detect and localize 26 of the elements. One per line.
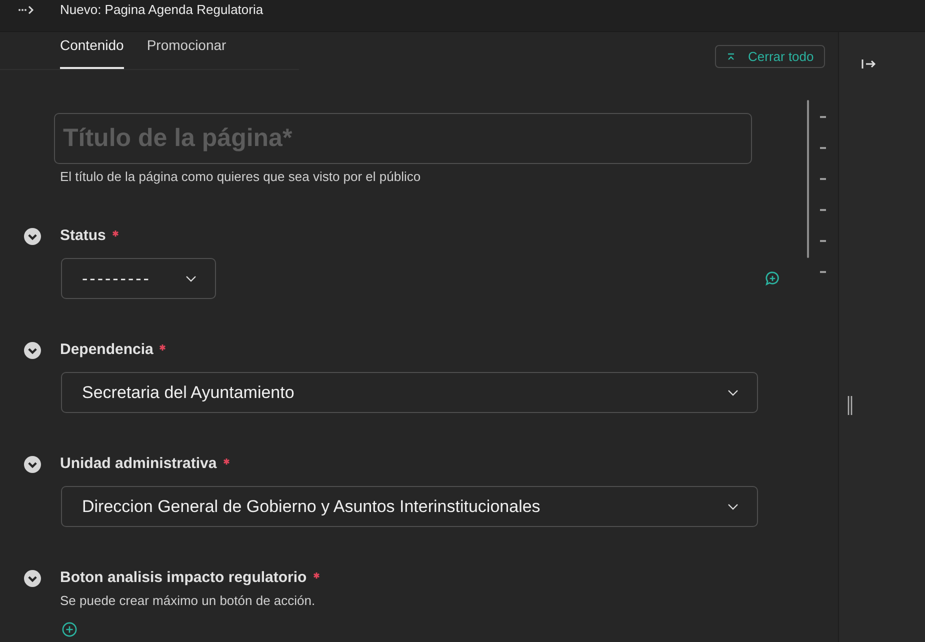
help-text: El título de la página como quieres que sea visto por el público xyxy=(60,169,422,185)
field-label: Status xyxy=(60,226,106,246)
tab[interactable]: Promocionar xyxy=(146,32,226,69)
select-field[interactable]: Direccion General de Gobierno y Asuntos Interinstitucionales xyxy=(61,486,758,527)
plus-circle-icon[interactable] xyxy=(62,622,77,637)
field-label: Boton analisis impacto regulatorio xyxy=(60,568,307,588)
chevron-circle-icon[interactable] xyxy=(24,456,41,472)
dotted-arrow-icon[interactable] xyxy=(18,5,35,15)
chevron-down-icon xyxy=(727,388,739,396)
chevron-circle-icon[interactable] xyxy=(24,228,41,244)
chevron-down-icon xyxy=(185,274,197,282)
field-label: Dependencia xyxy=(60,340,154,360)
chevron-down-icon xyxy=(727,502,739,510)
help-text: Se puede crear máximo un botón de acción. xyxy=(60,593,316,609)
collapse-all-button[interactable]: Cerrar todo xyxy=(715,45,825,68)
bar-arrow-icon[interactable] xyxy=(861,58,876,70)
window-title: Nuevo: Pagina Agenda Regulatoria xyxy=(60,2,264,18)
speech-bubble-plus-icon[interactable] xyxy=(765,271,780,286)
chevron-circle-icon[interactable] xyxy=(24,570,41,586)
select-field[interactable]: --------- xyxy=(61,258,216,299)
resize-handle-icon[interactable] xyxy=(847,396,853,415)
field-label: Unidad administrativa xyxy=(60,454,217,474)
chevron-circle-icon[interactable] xyxy=(24,342,41,358)
collapse-icon xyxy=(727,52,735,60)
select-field[interactable]: Secretaria del Ayuntamiento xyxy=(61,372,758,413)
tab[interactable]: Contenido xyxy=(60,32,124,69)
